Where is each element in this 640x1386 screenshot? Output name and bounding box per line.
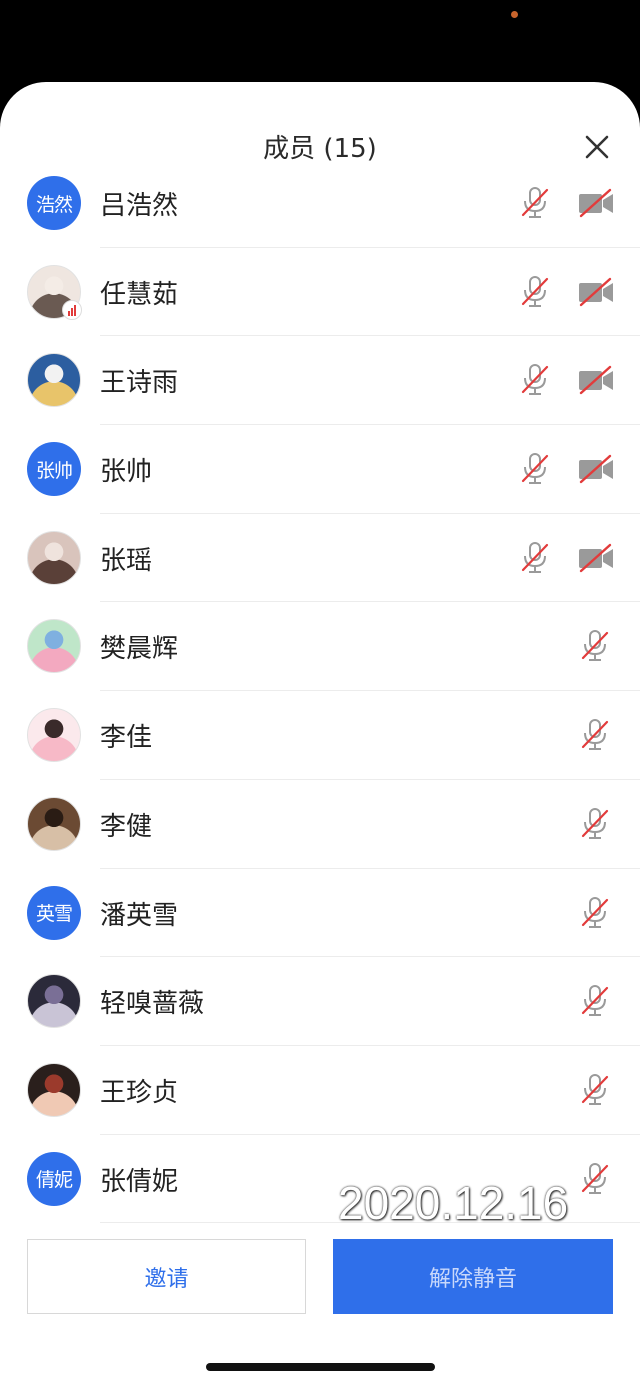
member-name: 轻嗅蔷薇 (100, 989, 205, 1020)
member-list: 浩然 吕浩然 任慧茹 王诗雨 张帅 张帅 张瑶 樊晨辉 李佳 李健 英雪 潘英雪… (0, 159, 640, 1224)
member-name: 李健 (100, 811, 153, 842)
mic-muted-icon[interactable] (578, 1072, 612, 1108)
member-row[interactable]: 李佳 (0, 691, 640, 780)
member-row[interactable]: 樊晨辉 (0, 602, 640, 692)
avatar: 倩妮 (27, 1151, 81, 1206)
avatar (27, 530, 81, 585)
member-name: 任慧茹 (100, 279, 179, 310)
avatar: 张帅 (27, 442, 81, 497)
mic-muted-icon[interactable] (578, 806, 612, 842)
mic-muted-icon[interactable] (578, 1161, 612, 1197)
member-row[interactable]: 张帅 张帅 (0, 425, 640, 514)
mic-muted-icon[interactable] (518, 451, 552, 487)
mic-muted-icon[interactable] (578, 628, 612, 664)
member-row[interactable]: 英雪 潘英雪 (0, 869, 640, 958)
invite-button[interactable]: 邀请 (27, 1239, 306, 1314)
mic-muted-icon[interactable] (518, 540, 552, 576)
front-camera-dot (511, 11, 518, 18)
avatar (27, 974, 81, 1029)
member-name: 吕浩然 (100, 191, 179, 221)
member-name: 张倩妮 (100, 1166, 179, 1197)
members-sheet: 成员 (15) 浩然 吕浩然 任慧茹 王诗雨 张帅 张帅 张瑶 樊晨辉 李佳 李… (0, 82, 640, 1386)
member-row[interactable]: 浩然 吕浩然 (0, 159, 640, 248)
mic-muted-icon[interactable] (578, 983, 612, 1019)
avatar (27, 796, 81, 851)
member-row[interactable]: 轻嗅蔷薇 (0, 957, 640, 1046)
member-row[interactable]: 任慧茹 (0, 248, 640, 337)
home-indicator[interactable] (206, 1363, 435, 1371)
camera-off-icon[interactable] (577, 540, 615, 576)
member-name: 樊晨辉 (100, 634, 179, 665)
unmute-button[interactable]: 解除静音 (333, 1239, 613, 1314)
member-row[interactable]: 张瑶 (0, 514, 640, 603)
member-row[interactable]: 王珍贞 (0, 1046, 640, 1135)
avatar (27, 619, 81, 674)
member-name: 潘英雪 (100, 900, 179, 931)
avatar: 浩然 (27, 176, 81, 230)
camera-off-icon[interactable] (577, 274, 615, 310)
avatar (27, 708, 81, 763)
member-row[interactable]: 王诗雨 (0, 336, 640, 426)
member-name: 王珍贞 (100, 1077, 179, 1108)
camera-off-icon[interactable] (577, 362, 615, 398)
mic-muted-icon[interactable] (578, 895, 612, 931)
avatar (27, 1062, 81, 1117)
member-name: 张帅 (100, 457, 153, 488)
mic-muted-icon[interactable] (518, 362, 552, 398)
speaking-badge-icon (62, 299, 82, 320)
member-name: 张瑶 (100, 545, 153, 576)
camera-off-icon[interactable] (577, 451, 615, 487)
member-name: 李佳 (100, 723, 153, 754)
mic-muted-icon[interactable] (518, 185, 552, 221)
mic-muted-icon[interactable] (518, 274, 552, 310)
member-name: 王诗雨 (100, 368, 179, 399)
avatar (27, 353, 81, 408)
mic-muted-icon[interactable] (578, 717, 612, 753)
row-divider (100, 1222, 640, 1224)
member-row[interactable]: 倩妮 张倩妮 (0, 1135, 640, 1224)
member-row[interactable]: 李健 (0, 780, 640, 869)
camera-off-icon[interactable] (577, 185, 615, 221)
avatar: 英雪 (27, 885, 81, 940)
